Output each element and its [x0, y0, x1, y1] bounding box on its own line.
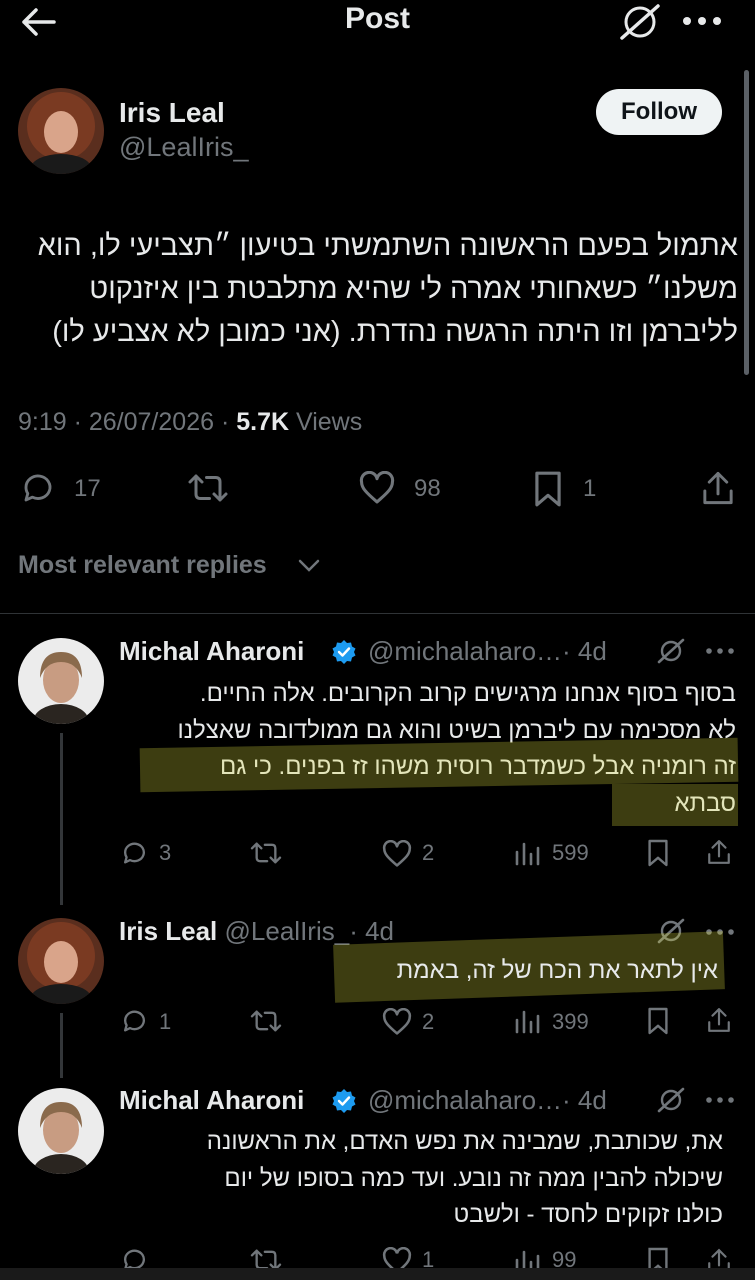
views-label: Views: [289, 408, 363, 436]
scrollbar[interactable]: [744, 70, 749, 375]
reply-text: את, שכותבת, שמבינה את נפש האדם, את הראשו…: [118, 1124, 723, 1234]
retweet-icon[interactable]: [187, 470, 229, 506]
post-text-line: משלנו״ כשאחותי אמרה לי שהיא מתלבטת בין א…: [89, 273, 738, 305]
share-icon[interactable]: [706, 1246, 732, 1268]
reply-header: Michal Aharoni: [119, 636, 304, 667]
avatar[interactable]: [18, 918, 104, 1004]
reply-author-name[interactable]: Iris Leal: [119, 916, 217, 946]
verified-badge-icon: [331, 639, 357, 665]
replies-filter-label: Most relevant replies: [18, 551, 267, 579]
like-count: 2: [422, 840, 435, 865]
views-count: 599: [552, 840, 589, 865]
reply-author-handle[interactable]: @michalaharo…: [368, 1085, 562, 1115]
post-meta: 9:19 · 26/07/2026 · 5.7K Views: [18, 408, 362, 437]
reply-text-line: את, שכותבת, שמבינה את נפש האדם, את הראשו…: [206, 1128, 723, 1155]
reply-time: · 4d: [349, 916, 394, 946]
thread-line: [60, 733, 63, 905]
reply-count: 1: [159, 1009, 172, 1034]
like-count: 98: [414, 475, 441, 502]
retweet-icon[interactable]: [249, 1007, 283, 1035]
reply-handle-time: @michalaharo…· 4d: [368, 636, 607, 667]
reply-time: · 4d: [562, 1085, 607, 1115]
like-icon[interactable]: [381, 840, 413, 868]
share-icon[interactable]: [706, 1005, 732, 1035]
reply-author-name[interactable]: Michal Aharoni: [119, 636, 304, 666]
like-count: 1: [422, 1247, 435, 1268]
reply-icon[interactable]: [20, 470, 56, 506]
views-icon[interactable]: [514, 1248, 542, 1268]
bookmark-icon[interactable]: [646, 838, 670, 868]
avatar[interactable]: [18, 1088, 104, 1174]
reply-actions: 1 99: [0, 1246, 755, 1268]
views-icon[interactable]: [514, 840, 542, 866]
like-icon[interactable]: [358, 471, 396, 505]
divider: [0, 613, 755, 614]
reply-icon[interactable]: [120, 1007, 149, 1035]
thread-line: [60, 1013, 63, 1078]
more-icon[interactable]: [705, 647, 735, 655]
bookmark-icon[interactable]: [646, 1246, 670, 1268]
post-text-line: אתמול בפעם הראשונה השתמשתי בטיעון ״תצביע…: [37, 230, 738, 262]
reply-author-handle[interactable]: @michalaharo…: [368, 636, 562, 666]
avatar[interactable]: [18, 638, 104, 724]
views-count: 5.7K: [236, 408, 290, 436]
reply-text-line: אין לתאר את הכח של זה, באמת: [396, 957, 718, 984]
reply-icon[interactable]: [120, 839, 149, 867]
reply-header: Michal Aharoni: [119, 1085, 304, 1116]
like-count: 2: [422, 1009, 435, 1034]
reply-text-line: שיכולה להבין ממה זה נובע. ועד כמה בסופו …: [224, 1164, 723, 1192]
views-icon[interactable]: [514, 1008, 542, 1034]
grok-icon[interactable]: [657, 1087, 685, 1113]
highlight-mark: [612, 784, 738, 826]
bottom-edge: [0, 1268, 755, 1280]
avatar[interactable]: [18, 88, 104, 174]
retweet-icon[interactable]: [249, 1246, 283, 1268]
author-name[interactable]: Iris Leal: [119, 97, 225, 129]
post-text: אתמול בפעם הראשונה השתמשתי בטיעון ״תצביע…: [16, 225, 738, 354]
views-count: 99: [552, 1247, 577, 1268]
more-icon[interactable]: [705, 1096, 735, 1104]
reply-time: · 4d: [562, 636, 607, 666]
reply-handle-time: @michalaharo…· 4d: [368, 1085, 607, 1116]
reply-text-line: בסוף בסוף אנחנו מרגישים קרוב הקרובים. אל…: [199, 680, 736, 707]
replies-filter[interactable]: Most relevant replies: [18, 551, 267, 580]
reply-text-line: כולנו זקוקים לחסד - ולשבט: [453, 1201, 723, 1228]
post-text-line: לליברמן וזו היתה הרגשה נהדרת. (אני כמובן…: [52, 316, 738, 348]
like-icon[interactable]: [381, 1008, 413, 1036]
reply-count: 17: [74, 475, 101, 502]
chevron-down-icon[interactable]: [298, 559, 320, 573]
grok-icon[interactable]: [657, 638, 685, 664]
verified-badge-icon: [331, 1088, 357, 1114]
reply-author-handle[interactable]: @LealIris_: [225, 916, 350, 946]
like-icon[interactable]: [381, 1247, 413, 1268]
post-timestamp[interactable]: 9:19 · 26/07/2026 ·: [18, 408, 236, 436]
follow-button[interactable]: Follow: [596, 89, 722, 135]
retweet-icon[interactable]: [249, 839, 283, 867]
reply-header: Iris Leal @LealIris_· 4d: [119, 916, 394, 947]
reply-text: אין לתאר את הכח של זה, באמת: [118, 953, 718, 989]
bookmark-count: 1: [583, 475, 597, 502]
reply-author-name[interactable]: Michal Aharoni: [119, 1085, 304, 1115]
bookmark-icon[interactable]: [646, 1006, 670, 1036]
more-icon[interactable]: [682, 14, 722, 28]
grok-icon[interactable]: [618, 2, 662, 42]
author-handle[interactable]: @LealIris_: [119, 132, 248, 163]
reply-icon[interactable]: [120, 1246, 149, 1268]
bookmark-icon[interactable]: [532, 470, 564, 508]
reply-count: 3: [159, 840, 172, 865]
share-icon[interactable]: [700, 469, 736, 507]
views-count: 399: [552, 1009, 589, 1034]
share-icon[interactable]: [706, 837, 732, 867]
